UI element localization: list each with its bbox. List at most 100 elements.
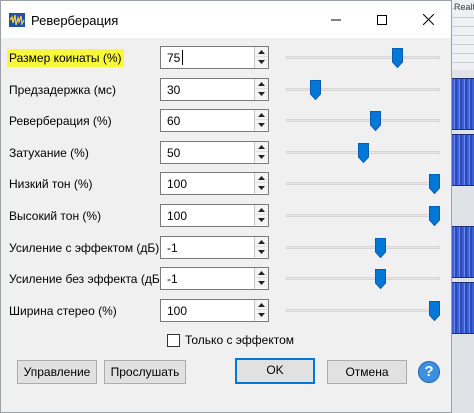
spin-down-icon[interactable]: [255, 57, 268, 67]
spin-up-icon[interactable]: [255, 173, 268, 183]
spin-arrows[interactable]: [254, 79, 268, 100]
param-value[interactable]: 50: [167, 146, 180, 160]
spin-up-icon[interactable]: [255, 300, 268, 310]
minimize-button[interactable]: [313, 1, 359, 38]
slider-track: [286, 246, 440, 249]
slider-thumb[interactable]: [310, 80, 321, 101]
slider-track: [286, 309, 440, 312]
minimize-icon: [331, 19, 341, 20]
spin-down-icon[interactable]: [255, 89, 268, 99]
spin-up-icon[interactable]: [255, 47, 268, 57]
slider-thumb[interactable]: [370, 111, 381, 132]
spin-arrows[interactable]: [254, 300, 268, 321]
spin-arrows[interactable]: [254, 173, 268, 194]
param-slider[interactable]: [286, 48, 440, 69]
param-spin-field[interactable]: 100: [160, 172, 269, 195]
wet-only-checkbox[interactable]: [167, 333, 180, 347]
param-value[interactable]: 75: [167, 51, 180, 65]
waveform-track: [452, 78, 474, 130]
help-button[interactable]: ?: [418, 361, 440, 383]
spin-up-icon[interactable]: [255, 205, 268, 215]
param-label: Предзадержка (мс): [9, 83, 117, 97]
param-value[interactable]: -1: [167, 241, 178, 255]
param-spin-field[interactable]: 75: [160, 46, 269, 69]
cancel-button[interactable]: Отмена: [327, 360, 407, 384]
background-app-strip: Realtek: [452, 0, 474, 413]
param-spin-field[interactable]: 100: [160, 299, 269, 322]
spin-up-icon[interactable]: [255, 268, 268, 278]
spin-up-icon[interactable]: [255, 237, 268, 247]
slider-thumb[interactable]: [375, 238, 386, 259]
spin-arrows[interactable]: [254, 110, 268, 131]
slider-track: [286, 182, 440, 185]
param-label: Низкий тон (%): [9, 177, 93, 191]
slider-thumb[interactable]: [429, 301, 440, 322]
param-slider[interactable]: [286, 80, 440, 101]
spin-arrows[interactable]: [254, 47, 268, 68]
param-label: Затухание (%): [9, 146, 89, 160]
param-label: Высокий тон (%): [9, 209, 102, 223]
param-value[interactable]: 100: [167, 304, 187, 318]
param-spin-field[interactable]: 50: [160, 141, 269, 164]
maximize-button[interactable]: [359, 1, 405, 38]
spin-up-icon[interactable]: [255, 110, 268, 120]
slider-track: [286, 277, 440, 280]
spin-down-icon[interactable]: [255, 278, 268, 288]
param-value[interactable]: 100: [167, 177, 187, 191]
param-slider[interactable]: [286, 111, 440, 132]
spin-up-icon[interactable]: [255, 142, 268, 152]
param-spin-field[interactable]: -1: [160, 236, 269, 259]
spin-down-icon[interactable]: [255, 183, 268, 193]
slider-thumb[interactable]: [358, 143, 369, 164]
param-label: Усиление с эффектом (дБ):: [9, 241, 163, 255]
slider-track: [286, 214, 440, 217]
param-value[interactable]: -1: [167, 272, 178, 286]
close-icon: [422, 14, 434, 25]
spin-down-icon[interactable]: [255, 247, 268, 257]
param-slider[interactable]: [286, 174, 440, 195]
spin-down-icon[interactable]: [255, 310, 268, 320]
param-slider[interactable]: [286, 143, 440, 164]
slider-track: [286, 119, 440, 122]
param-value[interactable]: 100: [167, 209, 187, 223]
param-slider[interactable]: [286, 301, 440, 322]
param-spin-field[interactable]: -1: [160, 267, 269, 290]
slider-thumb[interactable]: [392, 48, 403, 69]
slider-thumb[interactable]: [429, 206, 440, 227]
spin-arrows[interactable]: [254, 142, 268, 163]
param-label: Усиление без эффекта (дБ):: [9, 272, 168, 286]
param-value[interactable]: 30: [167, 83, 180, 97]
spin-down-icon[interactable]: [255, 120, 268, 130]
preview-button[interactable]: Прослушать: [104, 360, 186, 384]
close-button[interactable]: [405, 1, 451, 38]
spin-arrows[interactable]: [254, 237, 268, 258]
title-bar[interactable]: Реверберация: [1, 1, 451, 38]
param-slider[interactable]: [286, 269, 440, 290]
ok-button[interactable]: OK: [235, 358, 315, 384]
spin-arrows[interactable]: [254, 205, 268, 226]
param-spin-field[interactable]: 30: [160, 78, 269, 101]
param-spin-field[interactable]: 60: [160, 109, 269, 132]
manage-button[interactable]: Управление: [17, 360, 97, 384]
slider-thumb[interactable]: [429, 174, 440, 195]
spin-down-icon[interactable]: [255, 152, 268, 162]
param-label: Ширина стерео (%): [9, 304, 117, 318]
maximize-icon: [377, 14, 387, 25]
param-spin-field[interactable]: 100: [160, 204, 269, 227]
waveform-track: [452, 134, 474, 186]
param-slider[interactable]: [286, 238, 440, 259]
spin-up-icon[interactable]: [255, 79, 268, 89]
reverb-dialog: Реверберация Размер коинаты (%) 75 Предзад…: [0, 0, 452, 413]
param-label: Размер коинаты (%): [7, 49, 124, 67]
slider-thumb[interactable]: [375, 269, 386, 290]
param-label: Реверберация (%): [9, 114, 112, 128]
param-slider[interactable]: [286, 206, 440, 227]
param-value[interactable]: 60: [167, 114, 180, 128]
text-caret: [182, 50, 183, 65]
waveform-track: [452, 282, 474, 334]
spin-arrows[interactable]: [254, 268, 268, 289]
spin-down-icon[interactable]: [255, 215, 268, 225]
window-title: Реверберация: [31, 13, 119, 28]
wet-only-checkbox-row[interactable]: Только с эффектом: [167, 332, 294, 348]
background-app-label: Realtek: [454, 2, 474, 12]
